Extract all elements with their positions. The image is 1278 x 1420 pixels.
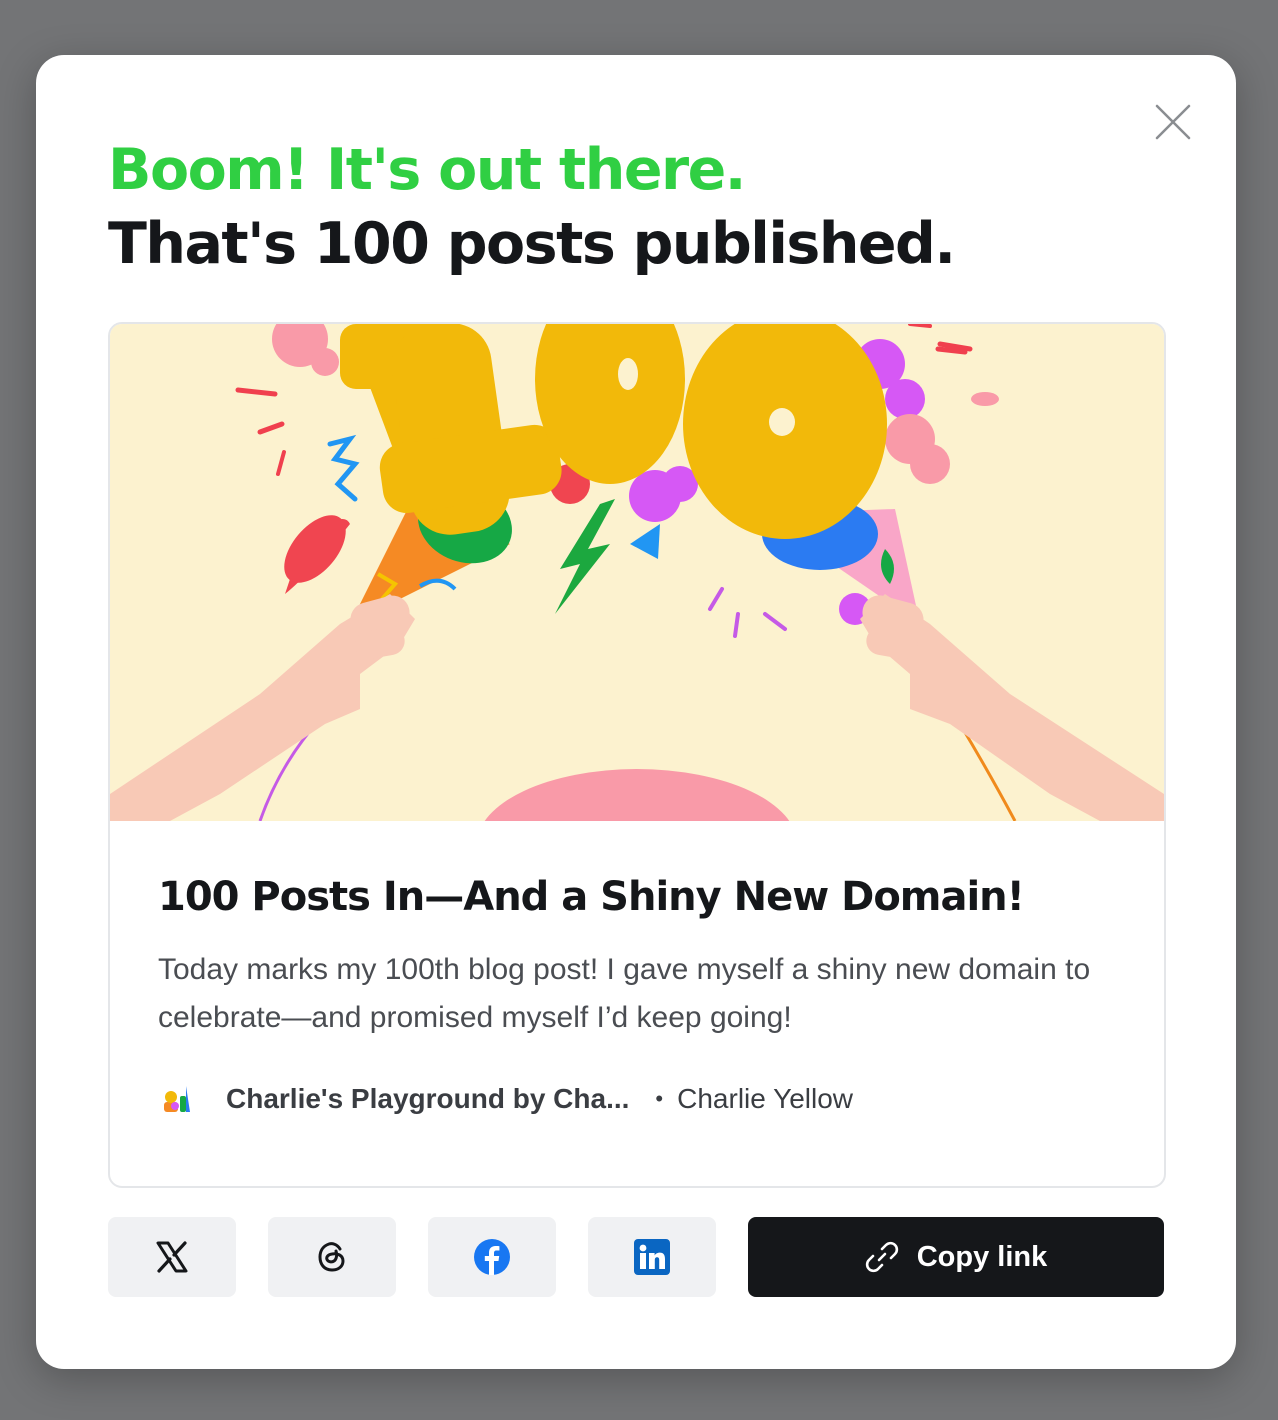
share-linkedin-button[interactable] [588, 1217, 716, 1297]
facebook-icon [474, 1239, 510, 1275]
publication-name: Charlie's Playground by Cha... [226, 1083, 630, 1114]
headline-milestone: That's 100 posts published. [108, 211, 956, 277]
linkedin-icon [634, 1239, 670, 1275]
post-byline: Charlie's Playground by Cha... • Charlie… [162, 1079, 853, 1119]
link-icon [865, 1241, 898, 1273]
post-excerpt: Today marks my 100th blog post! I gave m… [158, 953, 1091, 1034]
share-modal: Boom! It's out there. That's 100 posts p… [36, 55, 1236, 1369]
feature-image [110, 324, 1164, 821]
modal-headline: Boom! It's out there. That's 100 posts p… [108, 133, 956, 281]
copy-link-button[interactable]: Copy link [748, 1217, 1164, 1297]
post-preview-card: 100 Posts In—And a Shiny New Domain! Tod… [108, 322, 1166, 1188]
x-icon [156, 1241, 188, 1273]
close-icon[interactable] [1153, 102, 1193, 142]
threads-icon [318, 1242, 345, 1272]
share-facebook-button[interactable] [428, 1217, 556, 1297]
share-x-button[interactable] [108, 1217, 236, 1297]
publication-icon [164, 1086, 190, 1112]
copy-link-label: Copy link [916, 1240, 1048, 1273]
author-name: Charlie Yellow [677, 1083, 854, 1114]
byline-separator: • [655, 1086, 664, 1111]
post-title: 100 Posts In—And a Shiny New Domain! [158, 874, 1025, 920]
share-threads-button[interactable] [268, 1217, 396, 1297]
headline-success: Boom! It's out there. [108, 137, 746, 203]
